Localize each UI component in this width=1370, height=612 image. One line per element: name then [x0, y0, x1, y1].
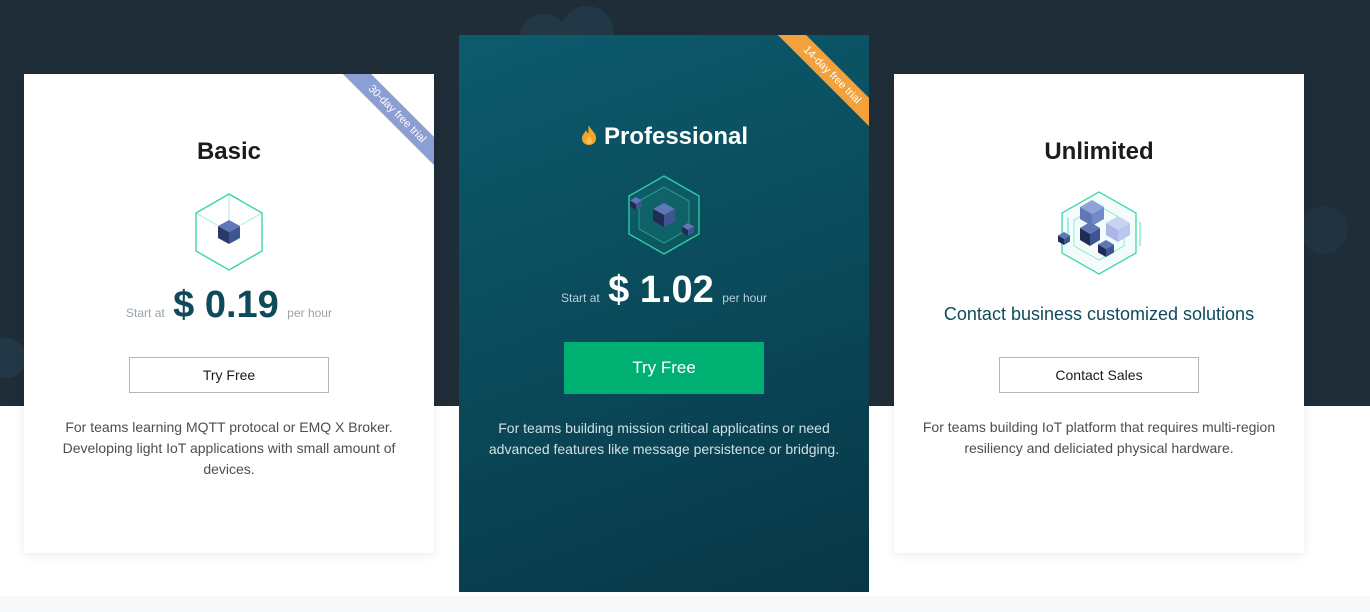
flame-icon	[580, 124, 598, 153]
price-suffix: per hour	[287, 306, 332, 320]
plan-description: For teams building IoT platform that req…	[922, 419, 1276, 456]
decorative-blob	[1300, 206, 1348, 254]
plan-title-row: Professional	[459, 123, 869, 153]
nested-cubes-icon	[626, 173, 702, 257]
plan-card-basic: 30-day free trial Basic Start at $ 0.19 …	[24, 74, 434, 553]
plan-title: Professional	[603, 123, 749, 150]
single-cube-icon	[194, 192, 264, 272]
price-value: $ 0.19	[173, 284, 279, 326]
price-prefix: Start at	[561, 291, 600, 305]
plan-description: For teams building mission critical appl…	[488, 420, 840, 457]
try-free-button[interactable]: Try Free	[564, 342, 764, 394]
page-footer-strip	[0, 596, 1370, 612]
try-free-button[interactable]: Try Free	[129, 357, 329, 393]
plan-title: Unlimited	[1044, 138, 1154, 165]
contact-sales-button[interactable]: Contact Sales	[999, 357, 1199, 393]
price-suffix: per hour	[722, 291, 767, 305]
price-value: $ 1.02	[608, 269, 714, 311]
plan-description: For teams learning MQTT protocal or EMQ …	[62, 419, 396, 477]
price-row: Start at $ 1.02 per hour	[459, 269, 869, 312]
plan-title: Basic	[196, 138, 262, 165]
contact-text: Contact business customized solutions	[943, 304, 1255, 324]
plan-card-professional: 14-day free trial Professional Start at …	[459, 35, 869, 592]
price-row: Start at $ 0.19 per hour	[24, 284, 434, 327]
cube-cluster-icon	[1054, 188, 1144, 278]
decorative-blob	[0, 338, 26, 378]
price-prefix: Start at	[126, 306, 165, 320]
trial-ribbon: 14-day free trial	[771, 35, 869, 136]
plan-card-unlimited: Unlimited Contact business customized so…	[894, 74, 1304, 553]
